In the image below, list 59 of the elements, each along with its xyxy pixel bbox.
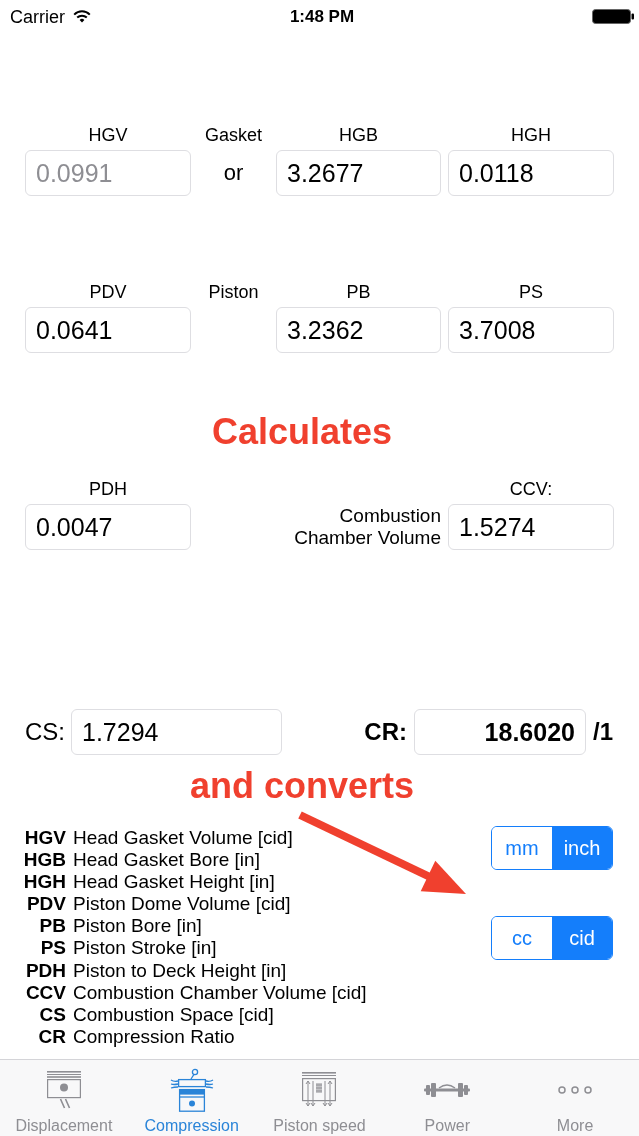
cylinder-icon — [45, 1071, 82, 1109]
number-field[interactable]: 3.7008 — [448, 307, 614, 353]
field-label: PDV — [89, 281, 127, 303]
legend-description: Piston Stroke [in] — [73, 937, 217, 960]
legend-abbreviation: CR — [37, 1025, 66, 1048]
legend-description: Head Gasket Bore [in] — [73, 849, 260, 872]
legend-abbreviation: CCV — [24, 981, 66, 1004]
legend-description: Combustion Space [cid] — [73, 1003, 274, 1026]
number-field[interactable]: 0.0641 — [25, 307, 191, 353]
legend-abbreviation: HGB — [22, 849, 66, 872]
clock: 1:48 PM — [289, 5, 355, 28]
callout-text: and converts — [189, 766, 415, 806]
tab[interactable]: Compression — [127, 1060, 256, 1136]
group-label: Piston — [208, 281, 259, 303]
result-field[interactable]: 1.7294 — [71, 709, 282, 755]
legend-abbreviation: PDV — [25, 893, 66, 916]
battery-icon — [592, 9, 634, 24]
carrier-label: Carrier — [10, 5, 65, 28]
number-field[interactable]: 0.0991 — [25, 150, 191, 196]
legend-description: Piston to Deck Height [in] — [73, 959, 287, 982]
legend-description: Piston Bore [in] — [73, 915, 202, 938]
cylinder-arrows-icon — [301, 1072, 338, 1108]
legend-description: Compression Ratio — [73, 1025, 235, 1048]
legend-abbreviation: HGH — [22, 871, 66, 894]
group-label: Gasket — [205, 124, 262, 146]
field-label: HGB — [339, 124, 378, 146]
field-label: PDH — [89, 478, 127, 500]
number-field[interactable]: 3.2677 — [276, 150, 441, 196]
legend-description: Head Gasket Height [in] — [73, 871, 275, 894]
connector-label: or — [223, 160, 244, 186]
piston-icon — [169, 1068, 214, 1112]
legend-abbreviation: CS — [38, 1003, 66, 1026]
field-caption: Combustion Chamber Volume — [293, 505, 441, 549]
wifi-icon — [73, 10, 91, 23]
field-label: HGH — [511, 124, 551, 146]
legend-abbreviation: PB — [38, 915, 66, 938]
legend-description: Head Gasket Volume [cid] — [73, 827, 293, 849]
result-field[interactable]: 18.6020 — [414, 709, 586, 755]
legend-abbreviation: HGV — [23, 827, 66, 849]
result-label: CS: — [25, 718, 65, 746]
more-icon — [558, 1086, 593, 1094]
result-label: CR: — [364, 718, 407, 746]
legend-description: Piston Dome Volume [cid] — [73, 893, 291, 916]
toggle-option[interactable]: inch — [552, 827, 612, 869]
number-field[interactable]: 1.5274 — [448, 504, 614, 550]
legend-abbreviation: PDH — [24, 959, 66, 982]
field-label: PB — [346, 281, 371, 303]
number-field[interactable]: 0.0047 — [25, 504, 191, 550]
field-label: HGV — [88, 124, 128, 146]
barbell-icon — [424, 1082, 471, 1098]
field-label: PS — [519, 281, 543, 303]
toggle-option[interactable]: cid — [552, 917, 612, 959]
legend-abbreviation: PS — [39, 937, 66, 960]
callout-text: Calculates — [211, 412, 393, 452]
number-field[interactable]: 0.0118 — [448, 150, 614, 196]
number-field[interactable]: 3.2362 — [276, 307, 441, 353]
field-label: CCV: — [509, 478, 553, 500]
legend-description: Combustion Chamber Volume [cid] — [73, 981, 367, 1004]
ratio-suffix: /1 — [593, 718, 613, 746]
